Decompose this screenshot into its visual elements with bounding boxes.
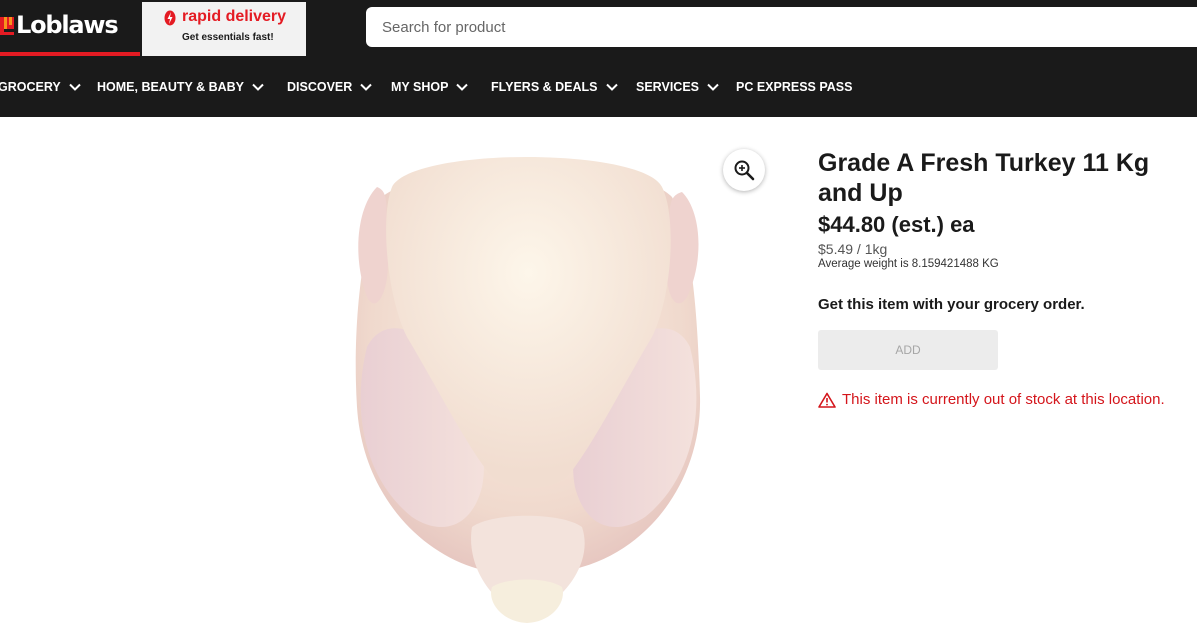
nav-item-label: HOME, BEAUTY & BABY — [97, 79, 245, 94]
rapid-delivery-title: rapid delivery — [182, 8, 287, 25]
search-input[interactable] — [366, 7, 1197, 47]
loblaws-logo[interactable]: Loblaws — [0, 0, 140, 56]
nav-item-pc-express-pass[interactable]: PC EXPRESS PASS — [736, 56, 852, 117]
nav-item-home-beauty-baby[interactable]: HOME, BEAUTY & BABY — [97, 56, 264, 117]
chevron-down-icon — [707, 83, 719, 91]
out-of-stock-text: This item is currently out of stock at t… — [842, 391, 1165, 408]
nav-item-my-shop[interactable]: MY SHOP — [391, 56, 469, 117]
nav-item-label: SERVICES — [636, 79, 699, 94]
out-of-stock-warning: This item is currently out of stock at t… — [818, 391, 1197, 408]
zoom-button[interactable] — [723, 149, 765, 191]
logo-text: Loblaws — [16, 11, 119, 39]
lightning-bolt-icon — [164, 10, 176, 26]
nav-item-services[interactable]: SERVICES — [636, 56, 719, 117]
warning-triangle-icon — [818, 392, 836, 408]
search-bar — [366, 7, 1197, 47]
nav-item-label: MY SHOP — [391, 79, 449, 94]
nav-item-label: GROCERY — [0, 79, 61, 94]
rapid-delivery-banner[interactable]: rapid delivery Get essentials fast! — [142, 2, 306, 56]
product-price: $44.80 (est.) ea — [818, 212, 975, 237]
rapid-delivery-subtitle: Get essentials fast! — [182, 32, 274, 43]
zoom-in-icon — [734, 160, 755, 181]
nav-item-label: FLYERS & DEALS — [491, 79, 598, 94]
chevron-down-icon — [69, 83, 81, 91]
nav-item-label: DISCOVER — [287, 79, 353, 94]
top-header: Loblaws rapid delivery Get essentials fa… — [0, 0, 1197, 56]
get-item-message: Get this item with your grocery order. — [818, 296, 1085, 313]
nav-item-discover[interactable]: DISCOVER — [287, 56, 373, 117]
chevron-down-icon — [456, 83, 469, 91]
chevron-down-icon — [360, 83, 373, 91]
unit-price: $5.49 / 1kg — [818, 241, 888, 257]
product-image[interactable] — [352, 147, 705, 625]
average-weight: Average weight is 8.159421488 KG — [818, 258, 999, 270]
nav-item-grocery[interactable]: GROCERY — [0, 56, 81, 117]
nav-item-flyers-deals[interactable]: FLYERS & DEALS — [491, 56, 618, 117]
chevron-down-icon — [252, 83, 264, 91]
product-title: Grade A Fresh Turkey 11 Kg and Up — [818, 149, 1150, 207]
add-to-cart-button[interactable]: ADD — [818, 330, 998, 370]
loblaws-logo-mark-icon — [0, 17, 14, 35]
main-navigation: GROCERY HOME, BEAUTY & BABY DISCOVER MY … — [0, 56, 1197, 117]
chevron-down-icon — [605, 83, 618, 91]
nav-item-label: PC EXPRESS PASS — [736, 79, 853, 94]
